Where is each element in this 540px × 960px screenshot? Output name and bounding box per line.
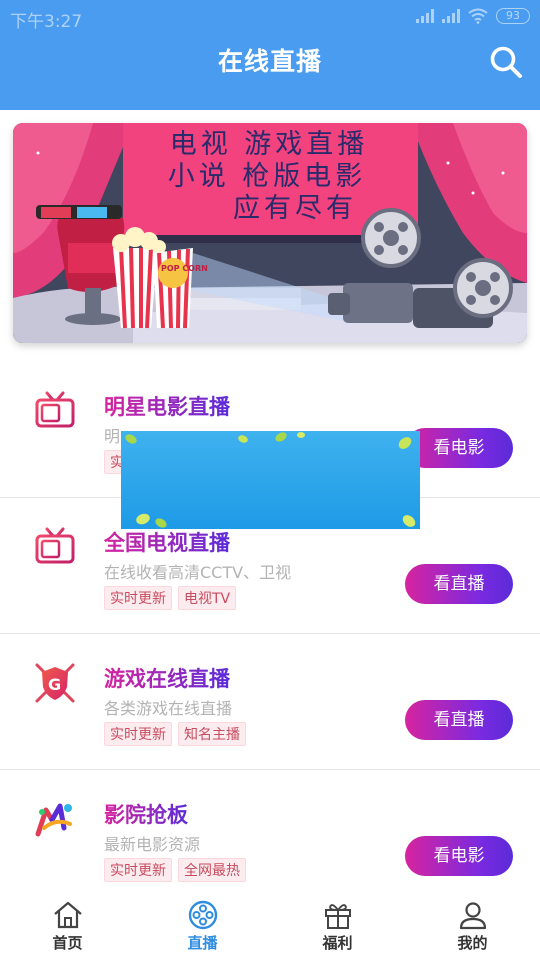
item-title: 游戏在线直播: [104, 663, 230, 693]
nav-welfare[interactable]: 福利: [270, 888, 405, 960]
nav-label: 福利: [322, 934, 353, 952]
tag: 知名主播: [178, 722, 246, 746]
item-title: 明星电影直播: [104, 391, 230, 421]
status-time: 下午3:27: [10, 12, 83, 32]
leaf-decoration: [125, 432, 416, 528]
item-tags: 实时更新 电视TV: [104, 586, 237, 610]
list-item[interactable]: 影院抢板 最新电影资源 实时更新 全网最热 看电影: [0, 770, 540, 906]
item-description: 在线收看高清CCTV、卫视: [104, 563, 292, 582]
tag: 实时更新: [104, 858, 172, 882]
signal-icon: [416, 9, 434, 23]
popcorn-label: POP CORN: [161, 264, 208, 273]
promo-banner[interactable]: POP CORN 电视 游戏直播 小说 枪版电影 应有尽有: [13, 123, 527, 343]
signal-icon: [442, 9, 460, 23]
watch-movie-button[interactable]: 看电影: [405, 428, 513, 468]
gift-icon: [324, 904, 351, 929]
item-tags: 实时更新 知名主播: [104, 722, 246, 746]
colorful-logo-icon: [35, 803, 72, 837]
status-bar: 下午3:27 93: [0, 0, 540, 36]
tag: 全网最热: [178, 858, 246, 882]
banner-line-3: 应有尽有: [233, 193, 357, 224]
nav-live[interactable]: 直播: [135, 888, 270, 960]
nav-mine[interactable]: 我的: [405, 888, 540, 960]
game-shield-icon: G: [35, 663, 75, 703]
banner-line-2: 小说 枪版电影: [167, 161, 367, 192]
nav-label: 我的: [457, 934, 488, 952]
watch-movie-button[interactable]: 看电影: [405, 836, 513, 876]
list-item[interactable]: G 游戏在线直播 各类游戏在线直播 实时更新 知名主播 看直播: [0, 634, 540, 770]
app-header: 下午3:27 93 在线直播: [0, 0, 540, 110]
watch-live-button[interactable]: 看直播: [405, 700, 513, 740]
bottom-nav: 首页 直播 福利 我的: [0, 888, 540, 960]
home-icon: [53, 901, 82, 929]
battery-indicator: 93: [496, 8, 530, 24]
item-description: 明: [104, 427, 121, 446]
nav-label: 首页: [52, 934, 83, 952]
film-reel-icon: [188, 900, 217, 930]
item-description: 最新电影资源: [104, 835, 201, 854]
item-tags: 实时更新 全网最热: [104, 858, 246, 882]
svg-text:G: G: [48, 675, 61, 694]
status-icons: 93: [416, 8, 530, 24]
tag: 电视TV: [178, 586, 237, 610]
watch-live-button[interactable]: 看直播: [405, 564, 513, 604]
item-title: 影院抢板: [104, 799, 188, 829]
user-icon: [459, 902, 486, 930]
wifi-icon: [468, 8, 488, 24]
nav-label: 直播: [187, 934, 218, 952]
page-title: 在线直播: [217, 47, 322, 76]
tv-icon: [35, 391, 75, 428]
banner-line-1: 电视 游戏直播: [169, 129, 369, 160]
tv-icon: [35, 527, 75, 564]
ad-overlay[interactable]: [121, 431, 420, 529]
item-title: 全国电视直播: [104, 527, 230, 557]
search-icon[interactable]: [488, 44, 524, 80]
nav-home[interactable]: 首页: [0, 888, 135, 960]
tag: 实时更新: [104, 586, 172, 610]
tag: 实时更新: [104, 722, 172, 746]
banner-text: 电视 游戏直播 小说 枪版电影 应有尽有: [131, 129, 431, 225]
item-description: 各类游戏在线直播: [104, 699, 233, 718]
